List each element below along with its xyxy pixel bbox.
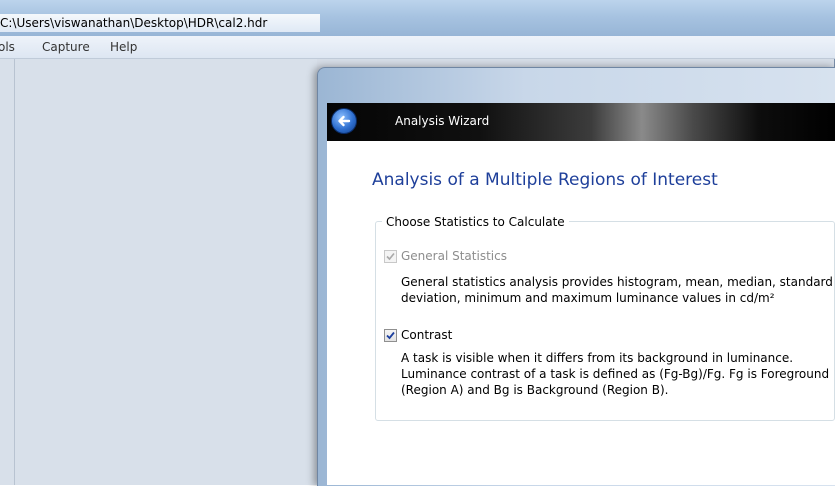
title-bar: C:\Users\viswanathan\Desktop\HDR\cal2.hd… [0, 0, 835, 36]
menu-help[interactable]: Help [110, 40, 137, 54]
window-title: C:\Users\viswanathan\Desktop\HDR\cal2.hd… [0, 14, 320, 32]
checkmark-icon [386, 252, 395, 261]
back-button[interactable] [331, 108, 357, 134]
contrast-desc-line: Luminance contrast of a task is defined … [401, 367, 830, 381]
contrast-label: Contrast [401, 328, 453, 342]
menu-bar: ols Capture Help [0, 36, 835, 59]
menu-tools[interactable]: ols [0, 40, 15, 54]
contrast-checkbox[interactable] [384, 329, 397, 342]
left-pane [0, 59, 317, 485]
menu-capture[interactable]: Capture [42, 40, 90, 54]
page-title: Analysis of a Multiple Regions of Intere… [372, 170, 718, 190]
contrast-description: A task is visible when it differs from i… [401, 350, 829, 398]
general-desc-line: deviation, minimum and maximum luminance… [401, 291, 775, 305]
wizard-title: Analysis Wizard [395, 114, 490, 128]
pane-divider [14, 59, 15, 485]
general-statistics-description: General statistics analysis provides his… [401, 274, 833, 306]
general-desc-line: General statistics analysis provides his… [401, 275, 833, 289]
checkmark-icon [386, 331, 395, 340]
contrast-desc-line: A task is visible when it differs from i… [401, 351, 794, 365]
groupbox-label: Choose Statistics to Calculate [382, 215, 569, 229]
back-arrow-icon [338, 115, 351, 127]
contrast-desc-line: (Region A) and Bg is Background (Region … [401, 383, 669, 397]
general-statistics-label: General Statistics [401, 249, 507, 263]
general-statistics-checkbox[interactable] [384, 250, 397, 263]
